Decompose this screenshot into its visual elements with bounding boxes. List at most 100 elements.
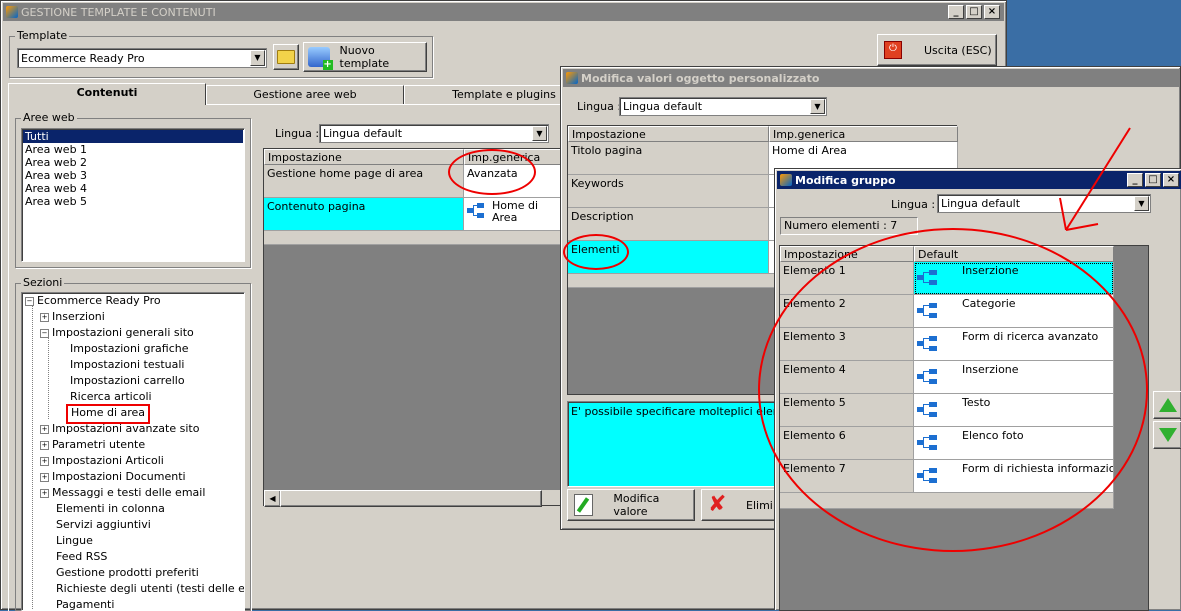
move-up-button[interactable] (1153, 391, 1181, 419)
delete-button[interactable]: ✘ Elimi (701, 489, 781, 521)
new-template-label: Nuovo template (339, 44, 390, 70)
custom-dialog-titlebar[interactable]: Modifica valori oggetto personalizzato (563, 69, 1180, 87)
maximize-button[interactable]: □ (1145, 173, 1161, 187)
close-button[interactable]: × (984, 5, 1000, 19)
expand-icon[interactable]: + (40, 456, 49, 466)
new-template-button[interactable]: + Nuovo template (303, 42, 427, 72)
tree-label: Impostazioni Articoli (52, 454, 164, 467)
tree-guide-line (32, 305, 33, 610)
expand-icon[interactable]: + (40, 488, 49, 498)
custom-dialog-title: Modifica valori oggetto personalizzato (581, 71, 820, 85)
grid-header-setting[interactable]: Impostazione (568, 126, 769, 142)
new-template-icon: + (308, 47, 333, 70)
main-titlebar[interactable]: GESTIONE TEMPLATE E CONTENUTI _ □ × (3, 3, 1004, 21)
header-label: Imp.generica (773, 128, 846, 141)
annotation-arrow (1059, 127, 1131, 231)
list-item[interactable]: Area web 2 (23, 156, 243, 169)
cell-text: Titolo pagina (571, 144, 643, 157)
chevron-down-icon[interactable]: ▼ (532, 126, 547, 141)
tree-item[interactable]: + Impostazioni Articoli (40, 453, 164, 469)
table-row-setting-selected[interactable]: Contenuto pagina (264, 198, 464, 231)
edit-icon (574, 494, 594, 516)
collapse-icon[interactable]: − (40, 328, 49, 338)
grid-header-value[interactable]: Imp.generica (769, 126, 958, 142)
list-item[interactable]: Area web 4 (23, 182, 243, 195)
tree-item[interactable]: Lingue (56, 533, 93, 549)
app-icon (566, 72, 578, 84)
lingua-label: Lingua : (577, 100, 622, 113)
expand-icon[interactable]: + (40, 440, 49, 450)
tree-item[interactable]: + Parametri utente (40, 437, 145, 453)
list-item[interactable]: Area web 5 (23, 195, 243, 208)
tree-item[interactable]: Impostazioni testuali (70, 357, 185, 373)
tree-label: Impostazioni carrello (70, 374, 185, 387)
list-item[interactable]: Area web 3 (23, 169, 243, 182)
template-select[interactable]: Ecommerce Ready Pro ▼ (17, 48, 267, 68)
tree-item[interactable]: + Inserzioni (40, 309, 105, 325)
collapse-icon[interactable]: − (25, 296, 34, 306)
tab-label: Contenuti (76, 86, 138, 99)
tree-item[interactable]: Impostazioni carrello (70, 373, 185, 389)
power-icon: ⏻ (884, 41, 902, 59)
close-button[interactable]: × (1163, 173, 1179, 187)
tree-item[interactable]: Ricerca articoli (70, 389, 152, 405)
tree-item[interactable]: + Impostazioni Documenti (40, 469, 186, 485)
tree-label: Parametri utente (52, 438, 146, 451)
tree-label: Home di area (71, 406, 146, 419)
element-count: Numero elementi : 7 (780, 217, 918, 235)
template-select-value: Ecommerce Ready Pro (21, 51, 145, 65)
horizontal-scrollbar[interactable]: ◀ (264, 490, 562, 507)
tree-item[interactable]: + Messaggi e testi delle email (40, 485, 205, 501)
tree-item[interactable]: + Impostazioni avanzate sito (40, 421, 199, 437)
tree-item[interactable]: Gestione prodotti preferiti (56, 565, 199, 581)
lingua-select[interactable]: Lingua default ▼ (619, 97, 827, 116)
expand-icon[interactable]: + (40, 312, 49, 322)
tree-label: Elementi in colonna (56, 502, 165, 515)
scroll-left-button[interactable]: ◀ (264, 490, 281, 507)
chevron-down-icon[interactable]: ▼ (250, 50, 265, 66)
settings-grid[interactable]: Impostazione Imp.generica Gestione home … (263, 148, 564, 507)
tree-label: Pagamenti (56, 598, 115, 611)
tab-gestione-aree-web[interactable]: Gestione aree web (206, 85, 404, 104)
expand-icon[interactable]: + (40, 424, 49, 434)
list-item[interactable]: Tutti (23, 130, 243, 143)
lingua-value: Lingua default (623, 100, 703, 113)
modify-value-button[interactable]: Modifica valore (567, 489, 695, 521)
table-row-setting[interactable]: Gestione home page di area (264, 165, 464, 198)
tree-item[interactable]: Elementi in colonna (56, 501, 165, 517)
group-dialog-title: Modifica gruppo (795, 173, 896, 187)
list-item[interactable]: Area web 1 (23, 143, 243, 156)
tab-label: Template e plugins (452, 88, 556, 101)
tree-item[interactable]: Richieste degli utenti (testi delle emai… (56, 581, 244, 597)
cell-text: Gestione home page di area (267, 167, 424, 180)
open-folder-button[interactable] (273, 44, 299, 70)
table-row-setting[interactable]: Keywords (568, 175, 769, 208)
tab-contenuti[interactable]: Contenuti (8, 83, 206, 105)
areas-list[interactable]: Tutti Area web 1 Area web 2 Area web 3 A… (21, 128, 245, 262)
grid-header-setting[interactable]: Impostazione (264, 149, 464, 165)
sections-tree[interactable]: − Ecommerce Ready Pro + Inserzioni − Impost… (21, 292, 245, 611)
cell-text: Keywords (571, 177, 624, 190)
scroll-thumb[interactable] (280, 490, 542, 507)
tree-item[interactable]: Servizi aggiuntivi (56, 517, 151, 533)
table-row-setting[interactable]: Titolo pagina (568, 142, 769, 175)
chevron-down-icon[interactable]: ▼ (810, 99, 825, 114)
lingua-value: Lingua default (941, 197, 1021, 210)
tree-item[interactable]: − Impostazioni generali sito (40, 325, 194, 341)
tree-item-root[interactable]: − Ecommerce Ready Pro (25, 293, 161, 309)
minimize-button[interactable]: _ (948, 5, 964, 19)
expand-icon[interactable]: + (40, 472, 49, 482)
tree-item[interactable]: Feed RSS (56, 549, 107, 565)
tree-label: Ecommerce Ready Pro (37, 294, 161, 307)
lingua-select[interactable]: Lingua default ▼ (319, 124, 549, 143)
tree-item[interactable]: Pagamenti (56, 597, 115, 611)
header-label: Impostazione (268, 151, 342, 164)
tree-label: Impostazioni testuali (70, 358, 185, 371)
maximize-button[interactable]: □ (966, 5, 982, 19)
exit-button[interactable]: ⏻ Uscita (ESC) (877, 34, 997, 66)
app-icon (780, 174, 792, 186)
table-row-value[interactable]: Home di Area (464, 198, 564, 231)
move-down-button[interactable] (1153, 421, 1181, 449)
annotation-circle-avanzata (448, 149, 536, 195)
tree-item[interactable]: Impostazioni grafiche (70, 341, 189, 357)
